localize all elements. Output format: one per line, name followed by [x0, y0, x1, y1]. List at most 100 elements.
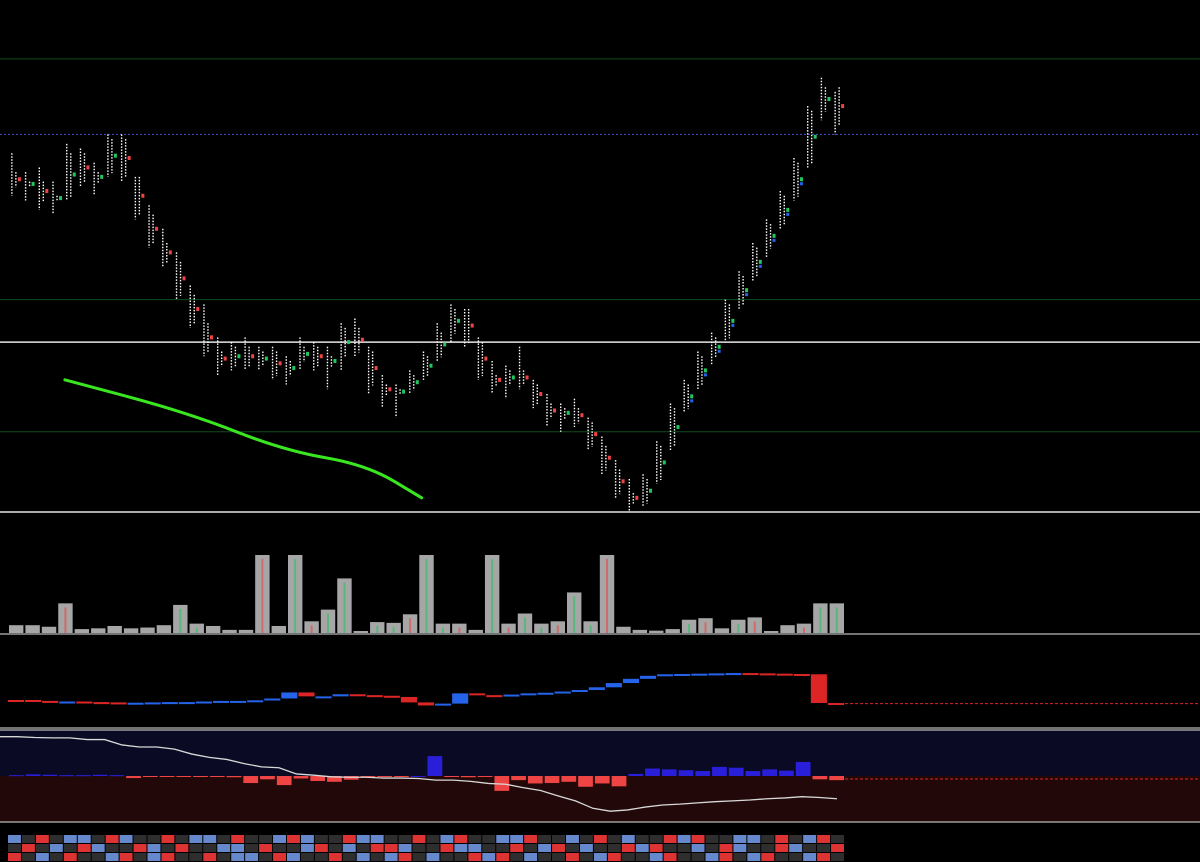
signal-cell: [538, 835, 552, 843]
delta-bar: [657, 674, 674, 677]
signal-cell: [91, 844, 105, 852]
signal-cell: [91, 835, 105, 843]
volume-bar-accent: [179, 608, 182, 633]
osc-histogram-bar: [578, 776, 593, 787]
signal-cell: [733, 835, 747, 843]
signal-cell: [440, 844, 454, 852]
osc-histogram-bar: [25, 774, 41, 776]
candle-accent-blue: [690, 399, 694, 403]
delta-bar: [110, 702, 127, 705]
candle-accent-blue: [731, 323, 735, 327]
signal-cell: [259, 835, 273, 843]
volume-bar-accent: [392, 626, 395, 633]
candle-accent: [690, 394, 694, 399]
osc-histogram-bar: [159, 776, 175, 777]
signal-cell: [412, 835, 426, 843]
delta-bar: [42, 700, 59, 703]
signal-cell: [649, 835, 663, 843]
volume-bar: [780, 625, 795, 633]
signal-cell: [328, 853, 342, 861]
candle-accent: [388, 387, 392, 392]
volume-bar: [468, 629, 483, 633]
signal-cell: [356, 853, 370, 861]
signal-cell: [21, 844, 35, 852]
signal-cell: [328, 844, 342, 852]
signal-cell: [621, 853, 635, 861]
osc-histogram-bar: [829, 776, 844, 781]
signal-cell: [231, 844, 245, 852]
signal-cell: [593, 835, 607, 843]
candle-accent-blue: [786, 212, 790, 216]
volume-bar-accent: [409, 618, 412, 633]
osc-histogram-bar: [410, 776, 426, 777]
signal-cell: [747, 835, 761, 843]
volume-bar: [156, 625, 172, 633]
signal-cell: [454, 835, 468, 843]
osc-histogram-bar: [176, 776, 192, 777]
chart-canvas: [0, 0, 1200, 862]
signal-cell: [719, 844, 733, 852]
signal-cell: [524, 835, 538, 843]
signal-cell: [189, 853, 203, 861]
signal-cell: [287, 844, 300, 852]
volume-bar: [616, 626, 631, 633]
osc-histogram-bar: [661, 769, 677, 776]
signal-cell: [426, 835, 440, 843]
signal-cell: [398, 853, 412, 861]
signal-cell: [482, 844, 496, 852]
delta-bar: [59, 701, 76, 704]
candle-accent: [470, 323, 474, 328]
candle-accent: [141, 193, 145, 198]
signal-cell: [817, 844, 831, 852]
signal-cell: [300, 853, 314, 861]
osc-histogram-bar: [511, 776, 526, 781]
delta-bar: [827, 703, 844, 706]
signal-cell: [691, 853, 705, 861]
signal-cell: [817, 835, 831, 843]
signal-cell: [203, 853, 217, 861]
delta-bar: [127, 702, 144, 705]
signal-cell: [621, 835, 635, 843]
osc-histogram-bar: [276, 776, 292, 786]
delta-bar: [640, 675, 657, 679]
candle-accent: [100, 174, 104, 179]
volume-bar-accent: [523, 617, 526, 633]
signal-cell: [203, 835, 217, 843]
osc-histogram-bar: [460, 776, 476, 778]
signal-cell: [133, 844, 147, 852]
delta-bar: [571, 690, 588, 693]
signal-cell: [593, 844, 607, 852]
signal-cell: [607, 835, 621, 843]
signal-cell: [677, 853, 691, 861]
signal-cell: [245, 853, 259, 861]
signal-cell: [831, 835, 844, 843]
candle-accent: [525, 375, 529, 380]
signal-cell: [677, 835, 691, 843]
signal-cell: [119, 853, 133, 861]
osc-histogram-bar: [260, 776, 275, 780]
volume-bar: [353, 631, 369, 633]
signal-cell: [217, 844, 231, 852]
volume-bar: [222, 629, 237, 633]
volume-bar-accent: [507, 627, 510, 633]
candle-accent: [758, 259, 762, 264]
candle-accent: [17, 177, 21, 182]
signal-cell: [370, 853, 384, 861]
volume-bar-accent: [606, 559, 609, 633]
candle-accent: [402, 389, 406, 394]
delta-bar: [230, 700, 247, 703]
signal-cell: [426, 853, 440, 861]
candle-accent: [429, 363, 433, 368]
signal-cell: [538, 844, 552, 852]
signal-cell: [803, 853, 817, 861]
delta-bar: [161, 702, 178, 705]
candle-accent: [278, 361, 282, 366]
volume-bar: [25, 625, 40, 633]
signal-cell: [8, 844, 21, 852]
signal-cell: [775, 844, 789, 852]
osc-histogram-bar: [444, 776, 459, 777]
signal-cell: [342, 835, 356, 843]
signal-cell: [426, 844, 440, 852]
candle-accent: [374, 366, 378, 371]
signal-cell: [217, 835, 231, 843]
